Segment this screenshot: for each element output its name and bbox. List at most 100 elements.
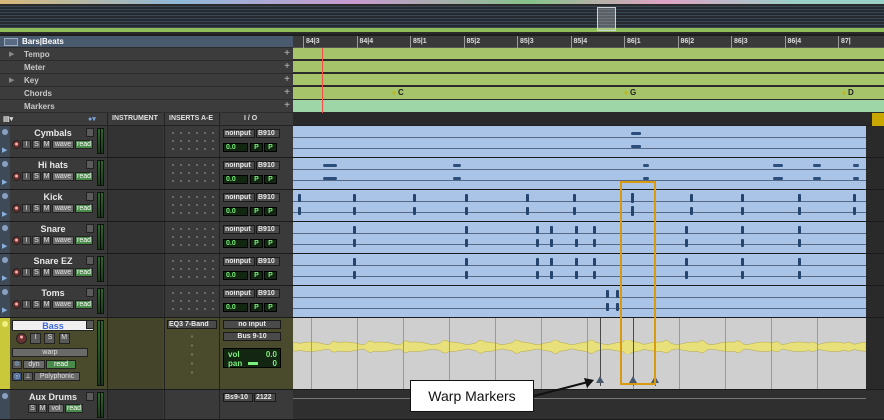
view-mode-select[interactable]: wave [52, 300, 74, 309]
view-options-icon[interactable]: ●▾ [88, 115, 96, 123]
warp-marker-icon[interactable] [596, 376, 604, 383]
automation-mode-select[interactable]: read [75, 140, 94, 149]
solo-button[interactable]: S [32, 204, 41, 213]
insert-slots[interactable] [164, 286, 218, 317]
pan-right-button[interactable]: P [264, 175, 277, 184]
output-selector[interactable]: B910 [256, 193, 280, 202]
mute-button[interactable]: M [42, 268, 51, 277]
output-selector[interactable]: 2122 [254, 393, 276, 402]
input-selector[interactable]: noinput [223, 257, 255, 266]
expand-arrow-icon[interactable]: ▶ [2, 178, 7, 186]
view-mode-select[interactable]: wave [52, 204, 74, 213]
lane-scrollbar[interactable] [866, 190, 884, 221]
automation-mode-select[interactable]: read [46, 360, 76, 369]
dyn-select[interactable]: dyn [23, 360, 45, 369]
track-select-icon[interactable] [2, 393, 8, 399]
track-select-icon[interactable] [2, 321, 8, 327]
view-mode-select[interactable]: wave [52, 172, 74, 181]
expand-arrow-icon[interactable]: ▶ [2, 242, 7, 250]
solo-button[interactable]: S [32, 236, 41, 245]
insert-slot-grid[interactable] [169, 193, 215, 215]
instrument-slot[interactable] [107, 190, 163, 221]
expand-arrow-icon[interactable]: ▶ [2, 146, 7, 154]
instrument-slot[interactable] [107, 390, 163, 419]
track-select-icon[interactable] [2, 193, 8, 199]
bars-beats-ruler[interactable]: 84|3 84|4 85|1 85|2 85|3 85|4 86|1 86|2 86|3 86|4… [293, 36, 884, 48]
aux-lane[interactable] [293, 390, 884, 420]
track-name[interactable]: Snare [12, 224, 94, 234]
insert-slot-grid[interactable] [169, 129, 215, 151]
insert-slot-grid[interactable] [169, 332, 215, 380]
chord-marker[interactable]: G [623, 88, 636, 97]
expand-triangle-icon[interactable]: ▶ [9, 76, 14, 84]
track-lane[interactable] [293, 190, 884, 222]
lane-scrollbar[interactable] [866, 158, 884, 189]
pan-left-button[interactable]: P [250, 303, 263, 312]
pan-right-button[interactable]: P [264, 303, 277, 312]
track-menu-icon[interactable] [86, 224, 94, 233]
key-lane[interactable] [293, 74, 884, 86]
ruler-key[interactable]: ▶ Key + [0, 74, 293, 87]
input-monitor-button[interactable]: I [22, 204, 31, 213]
pan-right-button[interactable]: P [264, 207, 277, 216]
volume-display[interactable]: 0.0 [223, 143, 248, 152]
automation-mode-select[interactable]: read [75, 204, 94, 213]
output-selector[interactable]: B910 [256, 225, 280, 234]
insert-slots[interactable] [164, 254, 218, 285]
insert-eq-button[interactable]: EQ3 7-Band [167, 320, 217, 329]
track-menu-icon[interactable] [86, 192, 94, 201]
ruler-bars-beats[interactable]: Bars|Beats [0, 36, 293, 48]
track-select-icon[interactable] [2, 161, 8, 167]
solo-button[interactable]: S [44, 333, 56, 344]
ruler-timeline[interactable]: 84|3 84|4 85|1 85|2 85|3 85|4 86|1 86|2 86|3 86|4… [293, 36, 884, 113]
solo-button[interactable]: S [32, 140, 41, 149]
input-monitor-button[interactable]: I [22, 300, 31, 309]
lane-scrollbar[interactable] [866, 318, 884, 389]
input-selector[interactable]: noinput [223, 289, 255, 298]
ruler-chords[interactable]: Chords + [0, 87, 293, 100]
track-header[interactable]: ▶ Hi hats ● I S Mwave read noinput B910 0.0 … [0, 158, 293, 190]
track-name[interactable]: Bass [12, 320, 94, 331]
lane-scrollbar[interactable] [866, 126, 884, 157]
track-select-icon[interactable] [2, 289, 8, 295]
pan-left-button[interactable]: P [250, 271, 263, 280]
insert-slot-grid[interactable] [169, 289, 215, 311]
input-selector[interactable]: noinput [223, 225, 255, 234]
pan-right-button[interactable]: P [264, 271, 277, 280]
meter-lane[interactable] [293, 61, 884, 73]
insert-slots[interactable] [164, 190, 218, 221]
tempo-lane[interactable] [293, 48, 884, 60]
pan-left-button[interactable]: P [250, 239, 263, 248]
track-lane[interactable] [293, 286, 884, 318]
input-selector[interactable]: noinput [223, 129, 255, 138]
input-selector[interactable]: noinput [223, 161, 255, 170]
lane-scrollbar[interactable] [866, 222, 884, 253]
track-menu-icon[interactable] [86, 288, 94, 297]
expand-arrow-icon[interactable]: ▶ [2, 274, 7, 282]
instrument-slot[interactable] [107, 318, 163, 389]
add-icon[interactable]: + [284, 74, 290, 85]
track-menu-icon[interactable] [86, 320, 94, 329]
track-lane[interactable] [293, 254, 884, 286]
pan-right-button[interactable]: P [264, 239, 277, 248]
link-icon[interactable]: ◎ [12, 372, 22, 381]
expand-triangle-icon[interactable]: ▶ [9, 50, 14, 58]
markers-lane[interactable] [293, 100, 884, 113]
add-icon[interactable]: + [284, 48, 290, 59]
zoom-corner-icon[interactable] [872, 113, 884, 126]
instrument-slot[interactable] [107, 286, 163, 317]
track-header[interactable]: ▶ Toms ● I S Mwave read noinput B910 0.0 P P [0, 286, 293, 318]
insert-slots[interactable] [164, 222, 218, 253]
input-monitor-button[interactable]: I [30, 333, 42, 344]
instrument-slot[interactable] [107, 254, 163, 285]
solo-button[interactable]: S [32, 268, 41, 277]
instrument-slot[interactable] [107, 158, 163, 189]
instrument-slot[interactable] [107, 126, 163, 157]
input-monitor-button[interactable]: I [22, 236, 31, 245]
instrument-slot[interactable] [107, 222, 163, 253]
track-lane[interactable] [293, 158, 884, 190]
track-select-icon[interactable] [2, 129, 8, 135]
solo-button[interactable]: S [32, 172, 41, 181]
bass-lane[interactable] [293, 318, 884, 390]
mute-button[interactable]: M [42, 204, 51, 213]
